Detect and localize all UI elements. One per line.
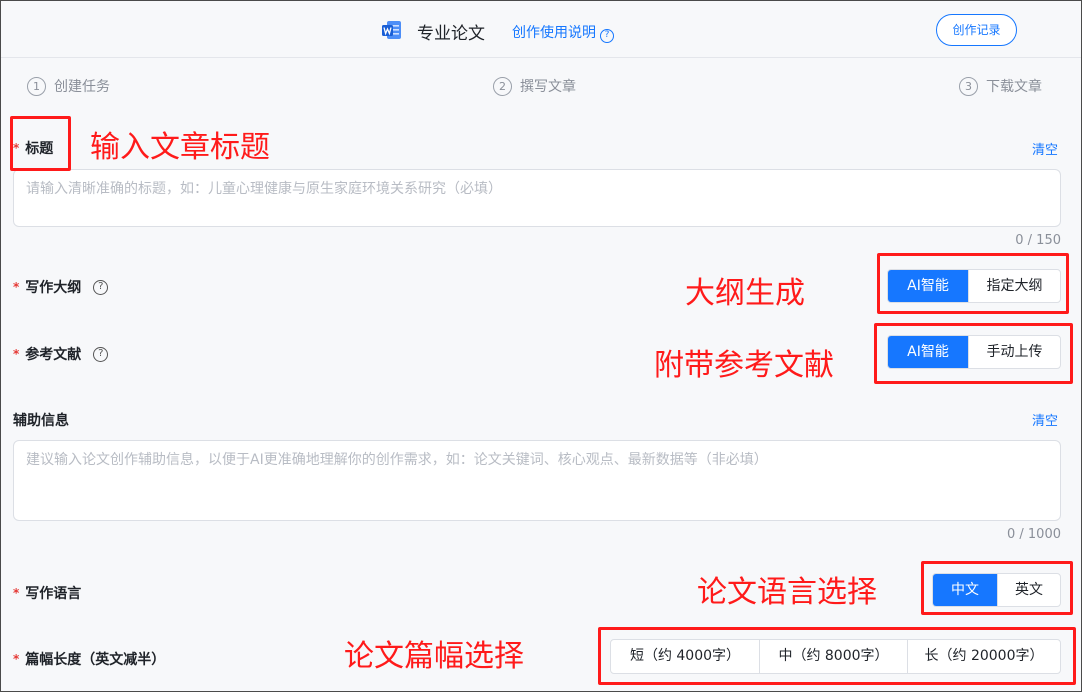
aux-label-text: 辅助信息 (13, 413, 69, 429)
aux-info-textarea[interactable]: 建议输入论文创作辅助信息，以便于AI更准确地理解你的创作需求，如：论文关键词、核… (13, 440, 1061, 521)
help-icon[interactable]: ? (93, 279, 109, 295)
length-field-label: * 篇幅长度（英文减半） (13, 649, 165, 669)
help-icon[interactable]: ? (93, 346, 109, 362)
aux-clear-link[interactable]: 清空 (1032, 410, 1058, 429)
step-download-article: 3 下载文章 (959, 76, 1042, 96)
step-label: 创建任务 (54, 79, 110, 95)
title-placeholder: 请输入清晰准确的标题，如：儿童心理健康与原生家庭环境关系研究（必填） (26, 181, 502, 197)
annotation-box-reference (874, 323, 1073, 384)
annotation-box-language (921, 561, 1073, 615)
usage-guide-link[interactable]: 创作使用说明? (512, 22, 614, 43)
length-label-text: 篇幅长度（英文减半） (25, 652, 166, 668)
word-doc-icon (382, 21, 401, 39)
title-char-counter: 0 / 150 (1015, 233, 1061, 248)
reference-label-text: 参考文献 (25, 347, 82, 363)
title-clear-link[interactable]: 清空 (1032, 139, 1058, 158)
outline-label-text: 写作大纲 (25, 280, 82, 296)
step-label: 撰写文章 (520, 79, 576, 95)
annotation-box-length (598, 627, 1076, 685)
step-write-article: 2 撰写文章 (493, 76, 576, 96)
required-mark: * (13, 280, 20, 294)
help-icon: ? (600, 29, 614, 43)
required-mark: * (13, 347, 20, 361)
required-mark: * (13, 586, 20, 600)
outline-field-label: * 写作大纲 ? (13, 277, 109, 297)
annotation-length: 论文篇幅选择 (344, 639, 524, 674)
title-input[interactable]: 请输入清晰准确的标题，如：儿童心理健康与原生家庭环境关系研究（必填） (13, 169, 1061, 227)
aux-placeholder: 建议输入论文创作辅助信息，以便于AI更准确地理解你的创作需求，如：论文关键词、核… (26, 452, 768, 468)
creation-record-button[interactable]: 创作记录 (936, 14, 1017, 46)
language-label-text: 写作语言 (25, 586, 82, 602)
annotation-box-title (10, 116, 71, 171)
annotation-language: 论文语言选择 (697, 575, 877, 610)
header-bar: 专业论文 创作使用说明? 创作记录 (1, 1, 1081, 58)
aux-char-counter: 0 / 1000 (1007, 527, 1061, 542)
step-label: 下载文章 (986, 79, 1042, 95)
page-title: 专业论文 (417, 24, 485, 44)
language-field-label: * 写作语言 (13, 583, 81, 603)
reference-field-label: * 参考文献 ? (13, 344, 109, 364)
annotation-box-outline (877, 253, 1069, 314)
step-number: 3 (959, 76, 978, 96)
annotation-title: 输入文章标题 (90, 130, 270, 165)
aux-field-label: 辅助信息 (13, 410, 69, 430)
annotation-reference: 附带参考文献 (654, 348, 834, 383)
step-number: 2 (493, 76, 512, 96)
required-mark: * (13, 652, 20, 666)
step-number: 1 (27, 76, 46, 96)
usage-guide-label: 创作使用说明 (512, 25, 596, 41)
annotation-outline: 大纲生成 (685, 276, 805, 311)
step-create-task: 1 创建任务 (27, 76, 110, 96)
